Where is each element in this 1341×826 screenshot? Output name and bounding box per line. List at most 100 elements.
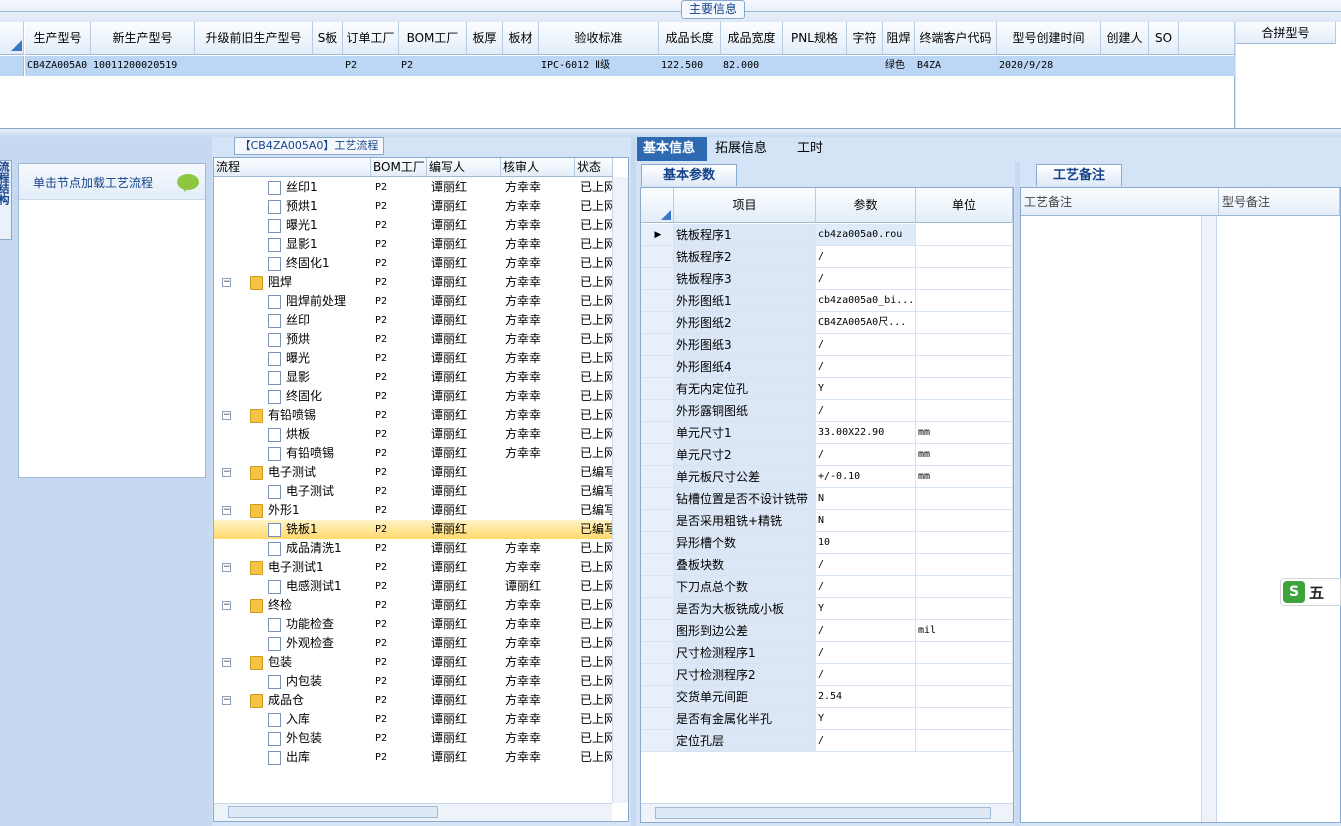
tree-node-step[interactable]: 曝光 P2 谭丽红 方幸幸 已上网	[214, 349, 612, 368]
tree-node-step[interactable]: 预烘 P2 谭丽红 方幸幸 已上网	[214, 330, 612, 349]
row-indicator[interactable]	[641, 400, 674, 422]
tree-column-header[interactable]: 流程	[214, 158, 371, 177]
tree-node-step[interactable]: 阻焊前处理 P2 谭丽红 方幸幸 已上网	[214, 292, 612, 311]
column-header[interactable]: 生产型号	[25, 22, 91, 55]
column-header[interactable]: 订单工厂	[343, 22, 399, 55]
params-row[interactable]: 图形到边公差 / mil	[641, 620, 1013, 642]
grid-cell[interactable]	[313, 56, 343, 76]
param-value[interactable]: /	[816, 664, 916, 686]
column-header[interactable]: 板材	[503, 22, 539, 55]
params-horizontal-thumb[interactable]	[655, 807, 991, 819]
tree-node-step[interactable]: 烘板 P2 谭丽红 方幸幸 已上网	[214, 425, 612, 444]
tree-node-step[interactable]: 电子测试 P2 谭丽红 已编写	[214, 482, 612, 501]
row-indicator[interactable]	[641, 334, 674, 356]
tree-node-step[interactable]: 外观检查 P2 谭丽红 方幸幸 已上网	[214, 634, 612, 653]
tree-node-step[interactable]: 内包装 P2 谭丽红 方幸幸 已上网	[214, 672, 612, 691]
sidebar-splitter[interactable]	[207, 137, 212, 826]
params-column-header[interactable]: 项目	[674, 188, 816, 223]
params-row[interactable]: 铣板程序3/	[641, 268, 1013, 290]
row-indicator[interactable]	[641, 730, 674, 752]
tree-column-header[interactable]: 编写人	[427, 158, 501, 177]
grid-cell[interactable]	[467, 56, 503, 76]
params-column-header[interactable]: 参数	[816, 188, 916, 223]
row-header[interactable]	[0, 56, 24, 76]
tree-node-folder[interactable]: − 终检 P2 谭丽红 方幸幸 已上网	[214, 596, 612, 615]
tab-2[interactable]: 工时	[791, 137, 831, 161]
param-value[interactable]: 33.00X22.90	[816, 422, 916, 444]
params-row[interactable]: 外形图纸4/	[641, 356, 1013, 378]
row-indicator[interactable]	[641, 378, 674, 400]
grid-cell[interactable]: 10011200020519	[91, 56, 195, 76]
grid-cell[interactable]: 绿色	[883, 56, 915, 76]
params-column-header[interactable]: 单位	[916, 188, 1013, 223]
sidebar-tab-structure[interactable]: 流程结构	[0, 160, 12, 240]
column-header[interactable]: 终端客户代码	[915, 22, 997, 55]
param-value[interactable]: 2.54	[816, 686, 916, 708]
grid-cell[interactable]	[1149, 56, 1179, 76]
column-header[interactable]: PNL规格	[783, 22, 847, 55]
params-row[interactable]: 铣板程序2/	[641, 246, 1013, 268]
tree-node-step[interactable]: 电感测试1 P2 谭丽红 谭丽红 已上网	[214, 577, 612, 596]
grid-cell[interactable]: 2020/9/28	[997, 56, 1101, 76]
param-value[interactable]: /	[816, 730, 916, 752]
grid-cell[interactable]: IPC-6012 Ⅱ级	[539, 56, 659, 76]
tab-basic-params[interactable]: 基本参数	[641, 164, 737, 186]
expand-toggle-icon[interactable]: −	[222, 506, 231, 515]
params-row[interactable]: ▶ 铣板程序1 cb4za005a0.rou	[641, 224, 1013, 246]
param-value[interactable]: Y	[816, 598, 916, 620]
param-value[interactable]: N	[816, 488, 916, 510]
expand-toggle-icon[interactable]: −	[222, 696, 231, 705]
tab-0[interactable]: 基本信息	[637, 137, 707, 161]
params-row[interactable]: 下刀点总个数 /	[641, 576, 1013, 598]
tree-node-folder[interactable]: − 电子测试 P2 谭丽红 已编写	[214, 463, 612, 482]
notes-vertical-scrollbar[interactable]	[1201, 216, 1217, 822]
params-row[interactable]: 单元尺寸2/mm	[641, 444, 1013, 466]
params-row[interactable]: 外形图纸1 cb4za005a0_bi...	[641, 290, 1013, 312]
row-indicator[interactable]: ▶	[641, 224, 674, 246]
grid-cell[interactable]: 122.500	[659, 56, 721, 76]
grid-cell[interactable]	[847, 56, 883, 76]
params-row[interactable]: 异形槽个数 10	[641, 532, 1013, 554]
params-row[interactable]: 钻槽位置是否不设计铣带 N	[641, 488, 1013, 510]
main-grid[interactable]: 生产型号 新生产型号 升级前旧生产型号 S板 订单工厂 BOM工厂 板厚 板材 验收标准 成品长度…	[0, 22, 1235, 128]
params-row[interactable]: 尺寸检测程序2/	[641, 664, 1013, 686]
row-indicator[interactable]	[641, 642, 674, 664]
param-value[interactable]: /	[816, 444, 916, 466]
grid-cell[interactable]: P2	[343, 56, 399, 76]
row-indicator[interactable]	[641, 664, 674, 686]
param-value[interactable]: /	[816, 642, 916, 664]
expand-toggle-icon[interactable]: −	[222, 601, 231, 610]
params-row[interactable]: 叠板块数 /	[641, 554, 1013, 576]
tree-node-step[interactable]: 有铅喷锡 P2 谭丽红 方幸幸 已上网	[214, 444, 612, 463]
param-value[interactable]: cb4za005a0_bi...	[816, 290, 916, 312]
ime-mode[interactable]: 五	[1309, 582, 1324, 603]
tree-node-step[interactable]: 铣板1 P2 谭丽红 已编写	[214, 520, 612, 539]
params-row[interactable]: 单元尺寸1 33.00X22.90 mm	[641, 422, 1013, 444]
tree-node-step[interactable]: 成品清洗1 P2 谭丽红 方幸幸 已上网	[214, 539, 612, 558]
param-value[interactable]: /	[816, 400, 916, 422]
param-value[interactable]: +/-0.10	[816, 466, 916, 488]
tree-node-step[interactable]: 外包装 P2 谭丽红 方幸幸 已上网	[214, 729, 612, 748]
param-value[interactable]: /	[816, 620, 916, 642]
expand-toggle-icon[interactable]: −	[222, 411, 231, 420]
column-header[interactable]: 升级前旧生产型号	[195, 22, 313, 55]
row-indicator[interactable]	[641, 356, 674, 378]
params-row[interactable]: 有无内定位孔 Y	[641, 378, 1013, 400]
tree-splitter[interactable]	[631, 137, 636, 826]
row-indicator[interactable]	[641, 290, 674, 312]
params-row[interactable]: 外形图纸2 CB4ZA005A0尺...	[641, 312, 1013, 334]
tree-node-step[interactable]: 入库 P2 谭丽红 方幸幸 已上网	[214, 710, 612, 729]
params-row[interactable]: 定位孔层 /	[641, 730, 1013, 752]
column-header[interactable]: 成品长度	[659, 22, 721, 55]
row-indicator[interactable]	[641, 312, 674, 334]
grid-cell[interactable]	[503, 56, 539, 76]
tree-node-step[interactable]: 出库 P2 谭丽红 方幸幸 已上网	[214, 748, 612, 767]
tree-node-folder[interactable]: − 外形1 P2 谭丽红 已编写	[214, 501, 612, 520]
params-row[interactable]: 外形露铜图纸 /	[641, 400, 1013, 422]
column-header[interactable]: 成品宽度	[721, 22, 783, 55]
tree-node-step[interactable]: 预烘1 P2 谭丽红 方幸幸 已上网	[214, 197, 612, 216]
notes-grid[interactable]: 工艺备注 型号备注	[1020, 187, 1341, 823]
param-value[interactable]: 10	[816, 532, 916, 554]
grid-cell[interactable]	[195, 56, 313, 76]
tree-node-folder[interactable]: − 包装 P2 谭丽红 方幸幸 已上网	[214, 653, 612, 672]
